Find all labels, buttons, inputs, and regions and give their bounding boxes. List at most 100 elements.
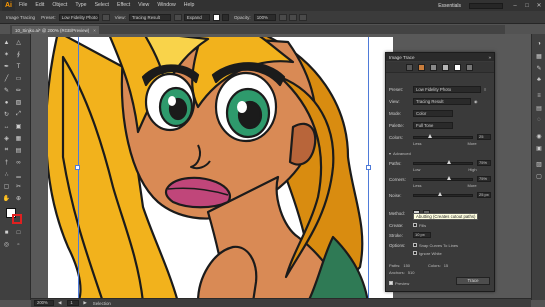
stroke-color-box[interactable] (12, 214, 22, 224)
artboard[interactable] (48, 37, 393, 302)
zoom-field[interactable]: 200% (34, 300, 54, 306)
noise-slider-thumb[interactable] (437, 191, 442, 196)
gradient-mode-icon[interactable]: □ (14, 228, 23, 237)
maximize-button[interactable]: □ (521, 0, 533, 11)
mode-select[interactable]: Color (413, 109, 453, 117)
slice-tool-icon[interactable]: ✂ (14, 182, 23, 191)
gradient-panel-icon[interactable]: ▤ (535, 104, 543, 112)
menu-help[interactable]: Help (180, 0, 199, 11)
next-artboard-icon[interactable]: ▶ (83, 300, 86, 306)
blob-brush-icon[interactable]: ● (2, 98, 11, 107)
mesh-tool-icon[interactable]: ⌗ (2, 146, 11, 155)
appearance-panel-icon[interactable]: ◉ (535, 132, 543, 140)
resize-handle-left[interactable] (75, 165, 80, 170)
selection-tool-icon[interactable]: ▲ (2, 38, 11, 47)
palette-select[interactable]: Full Tone (413, 121, 453, 129)
artboard-number-field[interactable]: 1 (67, 300, 80, 306)
preset-dropdown[interactable]: Low Fidelity Photo (58, 13, 99, 21)
advanced-expand-icon[interactable]: ▾ (389, 151, 391, 156)
direct-selection-tool-icon[interactable]: △ (14, 38, 23, 47)
document-tab[interactable]: 10_Sinjko.ai* @ 200% (RGB/Preview) × (12, 26, 99, 34)
layers-panel-icon[interactable]: ▨ (535, 160, 543, 168)
close-tab-icon[interactable]: × (93, 28, 96, 33)
eyedropper-tool-icon[interactable]: † (2, 158, 11, 167)
menu-type[interactable]: Type (71, 0, 90, 11)
panel-header[interactable]: Image Trace » (386, 53, 494, 61)
transform-icon[interactable] (288, 13, 297, 21)
line-tool-icon[interactable]: ╱ (2, 74, 11, 83)
swatches-panel-icon[interactable]: ▦ (535, 52, 543, 60)
type-tool-icon[interactable]: T (14, 62, 23, 71)
view-dropdown[interactable]: Tracing Result (128, 13, 171, 21)
preview-checkbox[interactable] (389, 281, 393, 285)
workspace-switcher[interactable]: Essentials (438, 3, 461, 9)
symbol-sprayer-icon[interactable]: ∴ (2, 170, 11, 179)
colors-slider[interactable] (413, 133, 473, 139)
symbols-panel-icon[interactable]: ♣ (535, 76, 543, 84)
zoom-tool-icon[interactable]: ⊕ (14, 194, 23, 203)
close-window-button[interactable]: ✕ (533, 0, 545, 11)
width-tool-icon[interactable]: ↔ (2, 122, 11, 131)
advanced-toggle[interactable]: ▾ Advanced (389, 149, 493, 157)
minimize-button[interactable]: – (509, 0, 521, 11)
blend-tool-icon[interactable]: ∞ (14, 158, 23, 167)
corners-slider[interactable] (413, 175, 473, 181)
draw-mode-icon[interactable]: ◎ (2, 240, 11, 249)
resize-handle-right[interactable] (366, 165, 371, 170)
grayscale-icon[interactable] (442, 64, 449, 71)
gradient-tool-icon[interactable]: ▤ (14, 146, 23, 155)
graph-tool-icon[interactable]: ▁ (14, 170, 23, 179)
free-transform-icon[interactable]: ▣ (14, 122, 23, 131)
fills-checkbox[interactable] (413, 223, 417, 227)
help-search-input[interactable] (469, 2, 503, 9)
stroke-value[interactable]: 10 px (413, 232, 431, 238)
menu-view[interactable]: View (134, 0, 153, 11)
menu-edit[interactable]: Edit (31, 0, 48, 11)
perspective-grid-icon[interactable]: ▦ (14, 134, 23, 143)
eraser-tool-icon[interactable]: ▧ (14, 98, 23, 107)
noise-slider[interactable] (413, 191, 473, 197)
view-select[interactable]: Tracing Result (413, 97, 471, 105)
menu-effect[interactable]: Effect (113, 0, 134, 11)
screen-mode-icon[interactable]: ▫ (14, 240, 23, 249)
transparency-panel-icon[interactable]: ◌ (535, 116, 543, 124)
magic-wand-icon[interactable]: ✶ (2, 50, 11, 59)
stroke-swatch[interactable] (221, 13, 229, 21)
paths-slider-thumb[interactable] (447, 159, 452, 164)
arrange-icon[interactable] (298, 13, 307, 21)
preset-menu-icon[interactable]: ≡ (484, 87, 486, 92)
menu-file[interactable]: File (15, 0, 31, 11)
eye-icon[interactable] (173, 13, 182, 21)
black-white-icon[interactable] (454, 64, 461, 71)
trace-button[interactable]: Trace (456, 277, 490, 285)
graphic-styles-icon[interactable]: ▣ (535, 144, 543, 152)
noise-value[interactable]: 25 px (477, 192, 491, 198)
high-color-icon[interactable] (418, 64, 425, 71)
view-eye-icon[interactable]: ◉ (474, 99, 478, 104)
pencil-tool-icon[interactable]: ✏ (14, 86, 23, 95)
ignore-white-checkbox[interactable] (413, 251, 417, 255)
auto-color-icon[interactable] (406, 64, 413, 71)
opacity-field[interactable]: 100% (253, 13, 276, 21)
low-color-icon[interactable] (430, 64, 437, 71)
stroke-panel-icon[interactable]: ≡ (535, 92, 543, 100)
panel-collapse-icon[interactable]: » (488, 55, 491, 60)
menu-object[interactable]: Object (48, 0, 71, 11)
rectangle-tool-icon[interactable]: ▭ (14, 74, 23, 83)
color-panel-icon[interactable]: ◑ (535, 40, 543, 48)
hand-tool-icon[interactable]: ✋ (2, 194, 11, 203)
preset-select[interactable]: Low Fidelity Photo (413, 85, 481, 93)
snap-curves-checkbox[interactable] (413, 243, 417, 247)
expand-button[interactable]: Expand (183, 13, 210, 21)
lasso-tool-icon[interactable]: ∮ (14, 50, 23, 59)
artboard-tool-icon[interactable]: ▢ (2, 182, 11, 191)
colors-slider-thumb[interactable] (427, 133, 432, 138)
menu-select[interactable]: Select (91, 0, 113, 11)
outline-icon[interactable] (466, 64, 473, 71)
pen-tool-icon[interactable]: ✒ (2, 62, 11, 71)
artboards-panel-icon[interactable]: ▢ (535, 172, 543, 180)
corners-slider-thumb[interactable] (447, 175, 452, 180)
paintbrush-tool-icon[interactable]: ✎ (2, 86, 11, 95)
scale-tool-icon[interactable]: ⤢ (14, 110, 23, 119)
rotate-tool-icon[interactable]: ↻ (2, 110, 11, 119)
